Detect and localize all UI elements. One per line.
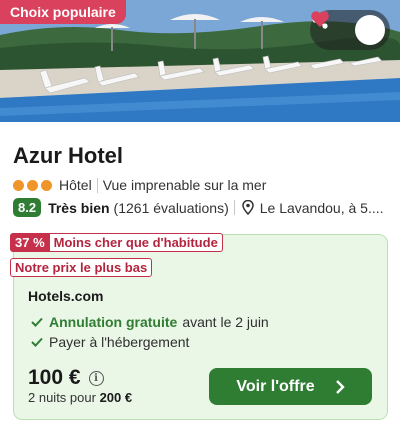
divider	[233, 200, 235, 215]
hotel-location[interactable]: Le Lavandou, à 5....	[260, 200, 384, 216]
feature-pay-at-property: Payer à l'hébergement	[31, 334, 189, 350]
hotel-name[interactable]: Azur Hotel	[13, 143, 123, 169]
feature-text: Payer à l'hébergement	[49, 334, 190, 350]
check-icon	[31, 317, 43, 327]
view-offer-button[interactable]: Voir l'offre	[209, 368, 372, 405]
rating-dot	[41, 179, 52, 191]
view-offer-label: Voir l'offre	[236, 377, 315, 395]
feature-text: avant le 2 juin	[182, 314, 269, 330]
review-count[interactable]: (1261 évaluations)	[114, 200, 229, 216]
deal-tags: 37 % Moins cher que d'habitude Notre pri…	[10, 233, 223, 283]
favorite-circle	[311, 11, 385, 45]
divider	[96, 177, 98, 193]
favorite-button[interactable]	[311, 10, 390, 50]
discount-text: Moins cher que d'habitude	[49, 233, 223, 252]
rating-dot	[27, 179, 38, 191]
rating-row: 8.2 Très bien (1261 évaluations) Le Lava…	[13, 198, 384, 217]
hotel-highlight: Vue imprenable sur la mer	[102, 177, 267, 193]
hotel-type: Hôtel	[59, 177, 92, 193]
heart-icon	[311, 11, 329, 27]
rating-dot	[13, 179, 24, 191]
location-pin-icon	[241, 200, 254, 215]
popular-choice-badge: Choix populaire	[0, 0, 126, 24]
discount-badge: 37 %	[10, 233, 50, 252]
hero-actions	[310, 10, 390, 50]
rating-label: Très bien	[48, 199, 110, 216]
chevron-right-icon	[335, 379, 345, 394]
provider-name: Hotels.com	[28, 288, 104, 304]
price-value: 100 €	[28, 366, 81, 389]
rating-dots-icon	[13, 179, 52, 191]
price: 100 € i	[28, 366, 104, 390]
score-badge: 8.2	[13, 198, 42, 217]
info-icon[interactable]: i	[88, 370, 104, 386]
hotel-photo[interactable]: Choix populaire	[0, 0, 400, 122]
check-icon	[31, 337, 43, 347]
nights-total-price: 200 €	[99, 390, 133, 405]
best-price-badge: Notre prix le plus bas	[10, 258, 153, 277]
feature-bold: Annulation gratuite	[49, 314, 178, 330]
nights-prefix: 2 nuits pour	[28, 390, 96, 405]
nights-total: 2 nuits pour 200 €	[28, 390, 132, 405]
feature-free-cancellation: Annulation gratuite avant le 2 juin	[31, 314, 269, 330]
hotel-type-row: Hôtel Vue imprenable sur la mer	[13, 177, 266, 193]
